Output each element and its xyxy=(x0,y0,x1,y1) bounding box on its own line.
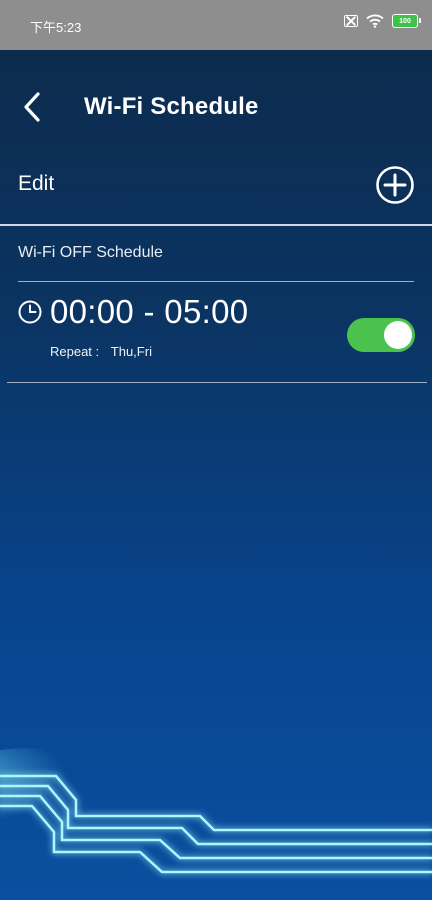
clock-icon xyxy=(18,300,42,324)
repeat-days: Thu,Fri xyxy=(110,344,152,359)
schedule-repeat: Repeat : Thu,Fri xyxy=(50,344,152,359)
status-icons: 100 xyxy=(344,14,421,28)
plus-circle-icon xyxy=(376,166,414,204)
edit-row: Edit xyxy=(0,160,432,224)
schedule-item[interactable]: 00:00 - 05:00 Repeat : Thu,Fri xyxy=(0,282,432,382)
schedule-time-range: 00:00 - 05:00 xyxy=(50,293,249,330)
divider xyxy=(0,224,432,226)
toggle-knob xyxy=(384,321,412,349)
page-title: Wi-Fi Schedule xyxy=(84,93,259,120)
schedule-toggle[interactable] xyxy=(347,318,415,352)
decorative-glow-lines xyxy=(0,748,432,874)
wifi-icon xyxy=(366,14,384,28)
section-title: Wi-Fi OFF Schedule xyxy=(18,244,163,261)
divider xyxy=(7,382,427,383)
sim-icon xyxy=(344,15,358,27)
status-time: 下午5:23 xyxy=(30,20,82,35)
back-button[interactable] xyxy=(18,90,48,124)
edit-button[interactable]: Edit xyxy=(18,172,54,196)
repeat-label: Repeat : xyxy=(50,344,100,359)
status-bar: 下午5:23 100 xyxy=(0,0,432,50)
add-schedule-button[interactable] xyxy=(375,165,415,205)
header: Wi-Fi Schedule xyxy=(0,50,432,160)
chevron-left-icon xyxy=(24,92,40,122)
battery-icon: 100 xyxy=(392,14,421,28)
battery-level: 100 xyxy=(399,17,411,25)
